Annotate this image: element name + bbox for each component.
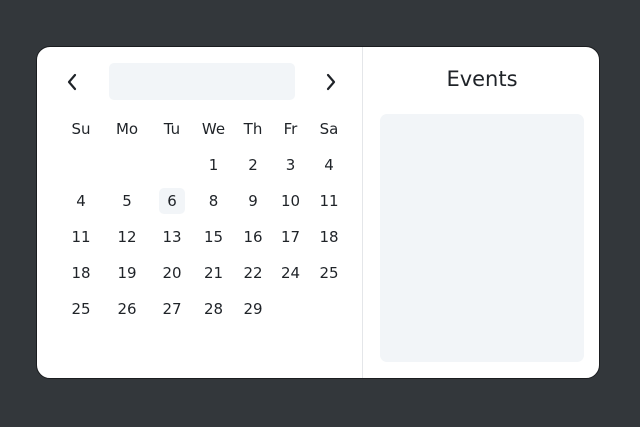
events-panel: Events xyxy=(363,47,599,378)
highlighted-day-cell[interactable]: 6 xyxy=(159,188,185,214)
day-cell[interactable]: 4 xyxy=(68,188,94,214)
next-month-button[interactable] xyxy=(318,69,344,95)
weekday-label: Sa xyxy=(319,120,339,138)
empty-day-cell xyxy=(278,296,304,322)
events-list xyxy=(380,114,584,362)
weekday-label: Mo xyxy=(115,120,139,138)
weekday-label: Fr xyxy=(283,120,298,138)
day-cell[interactable]: 8 xyxy=(201,188,227,214)
day-cell[interactable]: 9 xyxy=(240,188,266,214)
day-cell[interactable]: 11 xyxy=(68,224,94,250)
weekday-label: We xyxy=(201,120,226,138)
day-cell[interactable]: 16 xyxy=(240,224,266,250)
day-cell[interactable]: 1 xyxy=(201,152,227,178)
day-cell[interactable]: 13 xyxy=(159,224,185,250)
day-cell[interactable]: 10 xyxy=(278,188,304,214)
weekday-label: Su xyxy=(71,120,91,138)
day-cell[interactable]: 28 xyxy=(201,296,227,322)
calendar-week: 4 5 6 8 9 10 11 xyxy=(59,183,349,219)
calendar-week: 18 19 20 21 22 24 25 xyxy=(59,255,349,291)
weekday-label: Tu xyxy=(163,120,181,138)
day-cell[interactable]: 21 xyxy=(201,260,227,286)
day-cell[interactable]: 3 xyxy=(278,152,304,178)
prev-month-button[interactable] xyxy=(59,69,85,95)
day-cell[interactable]: 12 xyxy=(114,224,140,250)
events-title: Events xyxy=(446,67,518,91)
day-cell[interactable]: 11 xyxy=(316,188,342,214)
day-cell[interactable]: 5 xyxy=(114,188,140,214)
empty-day-cell xyxy=(159,152,185,178)
day-cell[interactable]: 15 xyxy=(201,224,227,250)
empty-day-cell xyxy=(68,152,94,178)
calendar-grid: Su Mo Tu We Th Fr Sa 1 2 3 4 4 5 6 8 9 1… xyxy=(59,111,349,327)
calendar-card: Su Mo Tu We Th Fr Sa 1 2 3 4 4 5 6 8 9 1… xyxy=(36,46,600,379)
month-label xyxy=(109,63,295,100)
day-cell[interactable]: 2 xyxy=(240,152,266,178)
calendar-week: 25 26 27 28 29 xyxy=(59,291,349,327)
day-cell[interactable]: 27 xyxy=(159,296,185,322)
weekday-label: Th xyxy=(243,120,263,138)
day-cell[interactable]: 17 xyxy=(278,224,304,250)
day-cell[interactable]: 29 xyxy=(240,296,266,322)
day-cell[interactable]: 26 xyxy=(114,296,140,322)
day-cell[interactable]: 25 xyxy=(68,296,94,322)
chevron-left-icon xyxy=(67,73,77,91)
day-cell[interactable]: 25 xyxy=(316,260,342,286)
empty-day-cell xyxy=(316,296,342,322)
day-cell[interactable]: 18 xyxy=(68,260,94,286)
day-cell[interactable]: 4 xyxy=(316,152,342,178)
calendar-week: 11 12 13 15 16 17 18 xyxy=(59,219,349,255)
day-cell[interactable]: 22 xyxy=(240,260,266,286)
calendar-panel: Su Mo Tu We Th Fr Sa 1 2 3 4 4 5 6 8 9 1… xyxy=(37,47,363,378)
weekday-header: Su Mo Tu We Th Fr Sa xyxy=(59,111,349,147)
calendar-week: 1 2 3 4 xyxy=(59,147,349,183)
day-cell[interactable]: 24 xyxy=(278,260,304,286)
day-cell[interactable]: 19 xyxy=(114,260,140,286)
day-cell[interactable]: 18 xyxy=(316,224,342,250)
day-cell[interactable]: 20 xyxy=(159,260,185,286)
empty-day-cell xyxy=(114,152,140,178)
chevron-right-icon xyxy=(326,73,336,91)
